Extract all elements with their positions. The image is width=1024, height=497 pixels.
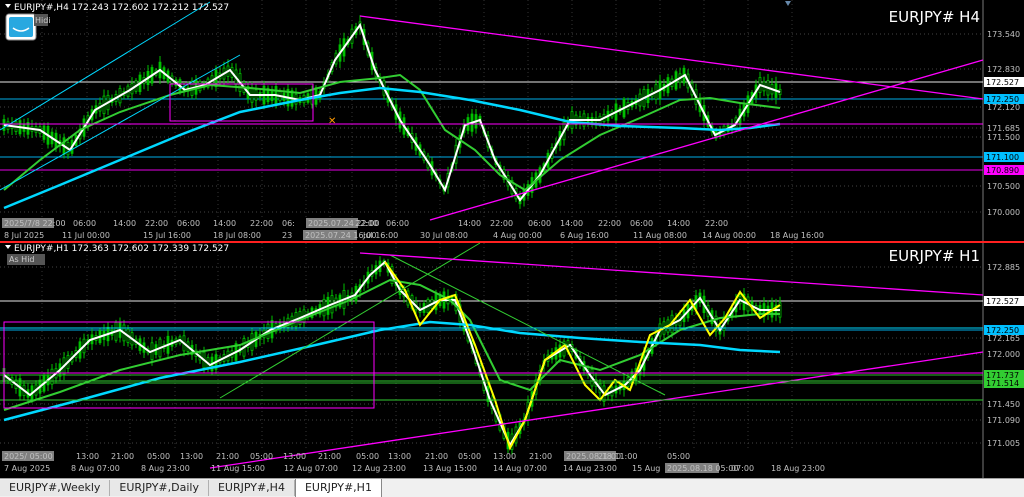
top-date-label: 4 Aug 00:00	[493, 231, 542, 240]
bot-date-label: 14 Aug 23:00	[563, 464, 617, 473]
bot-date-label: 12 Aug 23:00	[352, 464, 406, 473]
h4-symbol-title: EURJPY# H4	[889, 8, 980, 26]
tab-eurjpy-daily[interactable]: EURJPY#,Daily	[110, 480, 209, 496]
chart-area[interactable]: 173.540172.830172.527172.250172.120171.6…	[0, 0, 1024, 478]
bot-price-label: 172.000	[987, 350, 1020, 359]
bot-time-label: 13:00	[493, 452, 516, 461]
top-time-label: 06:00	[630, 219, 653, 228]
top-date-label: Jul 16:00	[362, 231, 398, 240]
h1-chart-pane: 172.885172.527172.250172.165172.000171.7…	[0, 242, 1024, 478]
h4-legend-badge-text: Hidi	[35, 16, 51, 25]
bot-price-label: 171.514	[986, 379, 1019, 388]
bot-date-label: 18 Aug 23:00	[771, 464, 825, 473]
bot-price-label: 172.527	[986, 297, 1019, 306]
tab-eurjpy-h4[interactable]: EURJPY#,H4	[208, 480, 295, 496]
bot-time-label: 2025/ 05:00	[4, 452, 53, 461]
h4-ohlc-label: EURJPY#,H4 172.243 172.602 172.212 172.5…	[14, 3, 229, 13]
top-date-label: 11 Aug 08:00	[633, 231, 687, 240]
top-time-label: 06:00	[528, 219, 551, 228]
bot-price-label: 172.885	[987, 263, 1020, 272]
top-time-label: 22:00	[355, 219, 378, 228]
bot-date-label: 8 Aug 07:00	[71, 464, 120, 473]
top-time-label: 14:00	[560, 219, 583, 228]
top-date-label: 15 Jul 16:00	[143, 231, 191, 240]
top-price-label: 171.500	[987, 133, 1020, 142]
tab-eurjpy-weekly[interactable]: EURJPY#,Weekly	[0, 480, 111, 496]
bot-time-label: 13:00	[180, 452, 203, 461]
bot-price-label: 171.005	[987, 439, 1020, 448]
top-time-label: 22:00	[490, 219, 513, 228]
top-date-label: 11 Jul 00:00	[62, 231, 110, 240]
top-price-label: 170.890	[986, 166, 1019, 175]
h1-symbol-title: EURJPY# H1	[889, 247, 980, 265]
bot-time-label: 05:00	[250, 452, 273, 461]
bot-price-label: 172.165	[987, 334, 1020, 343]
chart-tabs-bar: EURJPY#,Weekly EURJPY#,Daily EURJPY#,H4 …	[0, 478, 1024, 497]
top-price-label: 171.100	[986, 153, 1019, 162]
top-time-label: 06:	[282, 219, 295, 228]
bot-time-label: 21:00	[529, 452, 552, 461]
top-date-label: 6 Aug 16:00	[560, 231, 609, 240]
top-time-label: 06:00	[73, 219, 96, 228]
bot-price-label: 171.450	[987, 400, 1020, 409]
top-price-label: 170.500	[987, 182, 1020, 191]
bot-time-label: 05:00	[356, 452, 379, 461]
top-time-label: 14:00	[458, 219, 481, 228]
bot-time-label: 05:00	[147, 452, 170, 461]
bot-date-label: 8 Aug 23:00	[141, 464, 190, 473]
top-date-label: 30 Jul 08:00	[420, 231, 468, 240]
top-time-label: 2025/7/8 22:00	[4, 219, 66, 228]
bot-time-label: 13:00	[76, 452, 99, 461]
top-price-label: 171.685	[987, 124, 1020, 133]
top-time-label: 06:00	[386, 219, 409, 228]
top-date-label: 18 Jul 08:00	[213, 231, 261, 240]
top-price-label: 172.120	[987, 103, 1020, 112]
top-date-label: 23	[282, 231, 292, 240]
h1-ohlc-label: EURJPY#,H1 172.363 172.602 172.339 172.5…	[14, 244, 229, 254]
bot-date-label: 15 Aug	[632, 464, 660, 473]
top-date-label: 14 Aug 00:00	[702, 231, 756, 240]
top-time-label: 22:00	[145, 219, 168, 228]
mt4-chart-window: 173.540 172.830 172.527 172.250 172.120 171.6…	[0, 0, 1024, 497]
top-date-label: 8 Jul 2025	[4, 231, 44, 240]
top-price-label: 173.540	[987, 30, 1020, 39]
top-time-label: 14:00	[667, 219, 690, 228]
top-date-label: 18 Aug 16:00	[770, 231, 824, 240]
top-time-label: 06:00	[177, 219, 200, 228]
bot-date-label: 13 Aug 15:00	[423, 464, 477, 473]
bot-time-label: 05:00	[458, 452, 481, 461]
bot-date-label: 7 Aug 2025	[4, 464, 50, 473]
h1-legend-badge-text: As Hid	[9, 255, 35, 264]
top-price-label: 172.830	[987, 65, 1020, 74]
h4-chart-pane: 173.540172.830172.527172.250172.120171.6…	[0, 0, 1024, 241]
bot-price-label: 171.090	[987, 416, 1020, 425]
h4-legend-badge[interactable]: Hidi	[34, 14, 51, 26]
bot-time-label: 05:00	[667, 452, 690, 461]
top-time-label: 14:00	[113, 219, 136, 228]
bot-date-label: 12 Aug 07:00	[284, 464, 338, 473]
bot-date-label: 07:00	[731, 464, 754, 473]
top-time-label: 22:00	[250, 219, 273, 228]
bot-date-label: 2025.08.18 05:00	[667, 464, 738, 473]
bot-time-label: 21:00	[598, 452, 621, 461]
bot-time-label: 21:00	[111, 452, 134, 461]
bot-time-label: 13:00	[388, 452, 411, 461]
top-price-label: 172.527	[986, 78, 1019, 87]
bot-time-label: 21:00	[216, 452, 239, 461]
bot-time-label: 21:00	[318, 452, 341, 461]
tab-eurjpy-h1[interactable]: EURJPY#,H1	[294, 479, 382, 497]
h4-cross-marker-icon: ✕	[328, 116, 336, 127]
top-time-label: 14:00	[213, 219, 236, 228]
top-time-label: 22:00	[598, 219, 621, 228]
top-time-label: 22:00	[705, 219, 728, 228]
signal-logo-icon[interactable]	[5, 13, 37, 41]
bot-date-label: 11 Aug 15:00	[211, 464, 265, 473]
bot-time-label: 21:00	[425, 452, 448, 461]
top-price-label: 170.000	[987, 208, 1020, 217]
bot-time-label: 13:00	[283, 452, 306, 461]
h1-legend-badge[interactable]: As Hid	[7, 254, 45, 265]
pane-divider[interactable]	[0, 241, 1024, 243]
bot-date-label: 14 Aug 07:00	[493, 464, 547, 473]
